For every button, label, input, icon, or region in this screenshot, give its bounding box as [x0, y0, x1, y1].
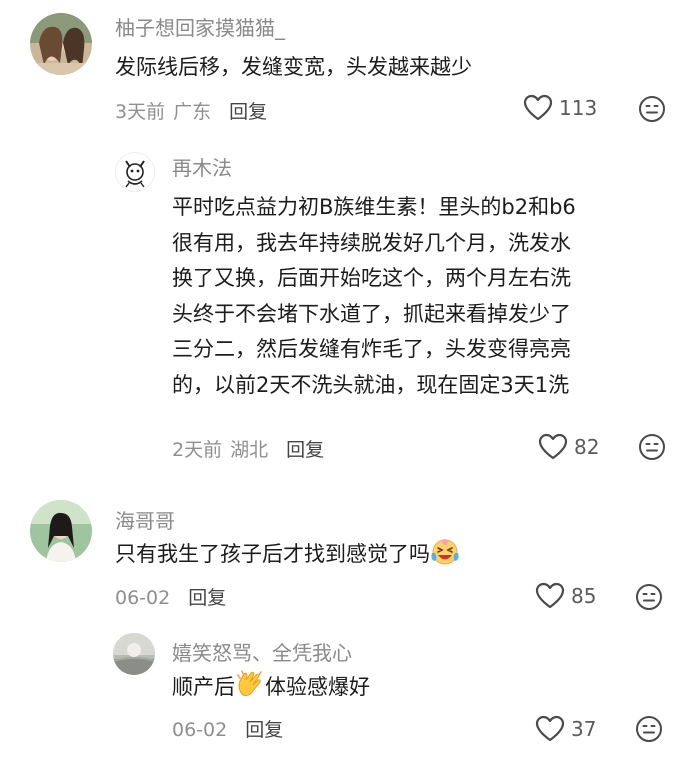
- avatar-image: [113, 633, 155, 675]
- comment-text: 平时吃点益力初B族维生素！里头的b2和b6 很有用，我去年持续脱发好几个月，洗发…: [172, 190, 576, 403]
- avatar[interactable]: [113, 633, 155, 675]
- comment-text-line: 换了又换，后面开始吃这个，两个月左右洗: [172, 266, 571, 290]
- like-count: 37: [571, 717, 597, 741]
- reply-button[interactable]: 回复: [188, 587, 226, 609]
- laughing-tears-emoji: [430, 538, 460, 578]
- comment-text: 顺产后 体验感爆好: [172, 669, 370, 711]
- like-button[interactable]: 85: [535, 582, 596, 610]
- avatar[interactable]: [30, 13, 92, 75]
- avatar[interactable]: [30, 500, 92, 562]
- comment-text-segment: 体验感爆好: [265, 675, 370, 699]
- avatar-image: [30, 13, 92, 75]
- comment-text-line: 发际线后移，发缝变宽，头发越来越少: [115, 55, 472, 79]
- username[interactable]: 嬉笑怒骂、全凭我心: [172, 637, 352, 666]
- username[interactable]: 再木法: [172, 152, 232, 181]
- username[interactable]: 柚子想回家摸猫猫_: [115, 12, 285, 41]
- reply-button[interactable]: 回复: [229, 101, 267, 123]
- like-button[interactable]: 82: [538, 433, 599, 461]
- location: 湖北: [230, 439, 269, 461]
- dislike-button[interactable]: [638, 433, 666, 465]
- comment-text-line: 只有我生了孩子后才找到感觉了吗: [115, 542, 430, 566]
- location: 广东: [173, 101, 212, 123]
- comment-meta: 06-02 回复: [172, 715, 283, 742]
- comment-text-line: 三分二，然后发缝有炸毛了，头发变得亮亮: [172, 337, 571, 361]
- comment-text: 只有我生了孩子后才找到感觉了吗: [115, 537, 460, 578]
- clapping-hands-emoji: [235, 669, 265, 711]
- avatar[interactable]: [115, 152, 155, 192]
- timestamp: 3天前: [115, 101, 166, 123]
- neutral-face-icon: [639, 434, 665, 460]
- comment-text: 发际线后移，发缝变宽，头发越来越少: [115, 50, 472, 86]
- avatar-image: [30, 500, 92, 562]
- timestamp: 2天前: [172, 439, 223, 461]
- heart-icon: [535, 715, 565, 742]
- heart-icon: [535, 582, 565, 609]
- heart-icon: [523, 94, 553, 121]
- like-button[interactable]: 37: [535, 715, 596, 743]
- comment-text-line: 头终于不会堵下水道了，抓起来看掉发少了: [172, 301, 571, 326]
- neutral-face-icon: [636, 716, 662, 742]
- dislike-button[interactable]: [635, 583, 663, 615]
- comment-text-line: 平时吃点益力初B族维生素！里头的b2和b6: [172, 195, 576, 219]
- comment-text-line: 很有用，我去年持续脱发好几个月，洗发水: [172, 230, 571, 255]
- like-button[interactable]: 113: [523, 94, 597, 122]
- heart-icon: [538, 433, 568, 460]
- username[interactable]: 海哥哥: [115, 505, 175, 534]
- reply-button[interactable]: 回复: [245, 719, 283, 741]
- dislike-button[interactable]: [635, 715, 663, 747]
- like-count: 85: [571, 584, 597, 608]
- neutral-face-icon: [639, 96, 665, 122]
- comment-meta: 06-02 回复: [115, 583, 226, 610]
- like-count: 82: [574, 435, 600, 459]
- comment-meta: 3天前 广东 回复: [115, 97, 267, 124]
- comment-meta: 2天前 湖北 回复: [172, 435, 324, 462]
- dislike-button[interactable]: [638, 95, 666, 127]
- avatar-image: [125, 160, 145, 188]
- like-count: 113: [559, 96, 598, 120]
- neutral-face-icon: [636, 584, 662, 610]
- comment-text-line: 的，以前2天不洗头就油，现在固定3天1洗: [172, 372, 570, 397]
- comment-text-segment: 顺产后: [172, 675, 235, 699]
- reply-button[interactable]: 回复: [286, 439, 324, 461]
- timestamp: 06-02: [115, 587, 171, 609]
- timestamp: 06-02: [172, 719, 228, 741]
